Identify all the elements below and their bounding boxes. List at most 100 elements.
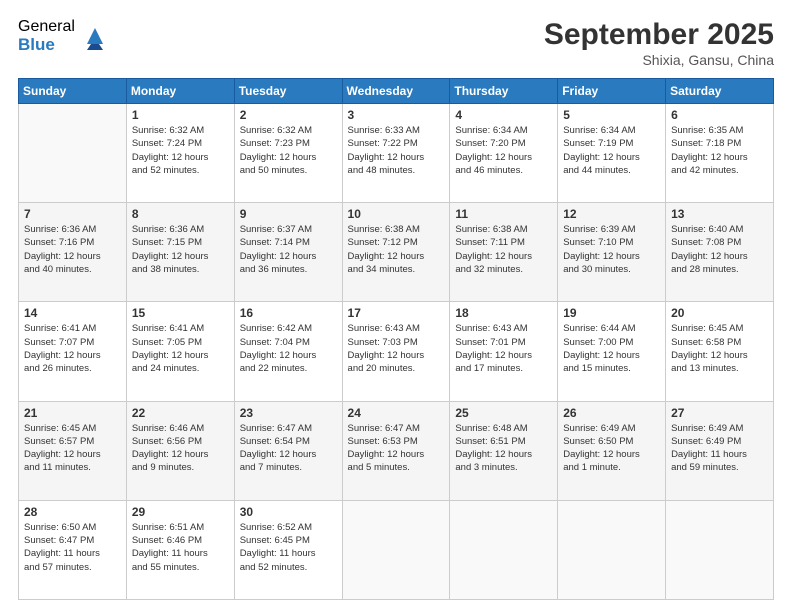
day-info: Sunrise: 6:33 AM Sunset: 7:22 PM Dayligh… [348, 124, 445, 177]
day-info: Sunrise: 6:45 AM Sunset: 6:57 PM Dayligh… [24, 422, 121, 475]
table-row: 30 Sunrise: 6:52 AM Sunset: 6:45 PM Dayli… [234, 500, 342, 599]
header-thursday: Thursday [450, 79, 558, 104]
day-number: 29 [132, 505, 229, 519]
calendar-body: 1 Sunrise: 6:32 AM Sunset: 7:24 PM Daylig… [19, 104, 774, 600]
day-info: Sunrise: 6:43 AM Sunset: 7:03 PM Dayligh… [348, 322, 445, 375]
day-info: Sunrise: 6:36 AM Sunset: 7:16 PM Dayligh… [24, 223, 121, 276]
day-number: 8 [132, 207, 229, 221]
day-number: 25 [455, 406, 552, 420]
table-row: 16Sunrise: 6:42 AM Sunset: 7:04 PM Dayli… [234, 302, 342, 401]
table-row: 12 Sunrise: 6:39 AM Sunset: 7:10 PM Dayli… [558, 203, 666, 302]
day-info: Sunrise: 6:38 AM Sunset: 7:11 PM Dayligh… [455, 223, 552, 276]
table-row: 21 Sunrise: 6:45 AM Sunset: 6:57 PM Dayli… [19, 401, 127, 500]
day-info: Sunrise: 6:39 AM Sunset: 7:10 PM Dayligh… [563, 223, 660, 276]
page: General Blue September 2025 Shixia, Gans… [0, 0, 792, 612]
table-row: 20 Sunrise: 6:45 AM Sunset: 6:58 PM Dayli… [666, 302, 774, 401]
calendar-table: Sunday Monday Tuesday Wednesday Thursday… [18, 78, 774, 600]
day-number: 10 [348, 207, 445, 221]
table-row: 19Sunrise: 6:44 AM Sunset: 7:00 PM Dayli… [558, 302, 666, 401]
day-info: Sunrise: 6:43 AM Sunset: 7:01 PM Dayligh… [455, 322, 552, 375]
day-number: 13 [671, 207, 768, 221]
day-info: Sunrise: 6:41 AM Sunset: 7:07 PM Dayligh… [24, 322, 121, 375]
day-number: 12 [563, 207, 660, 221]
day-info: Sunrise: 6:50 AM Sunset: 6:47 PM Dayligh… [24, 521, 121, 574]
header-tuesday: Tuesday [234, 79, 342, 104]
logo: General Blue [18, 18, 109, 54]
month-title: September 2025 [544, 18, 774, 52]
table-row: 7 Sunrise: 6:36 AM Sunset: 7:16 PM Daylig… [19, 203, 127, 302]
table-row: 26Sunrise: 6:49 AM Sunset: 6:50 PM Dayli… [558, 401, 666, 500]
table-row: 8 Sunrise: 6:36 AM Sunset: 7:15 PM Daylig… [126, 203, 234, 302]
table-row: 3 Sunrise: 6:33 AM Sunset: 7:22 PM Daylig… [342, 104, 450, 203]
header-wednesday: Wednesday [342, 79, 450, 104]
day-number: 5 [563, 108, 660, 122]
day-info: Sunrise: 6:45 AM Sunset: 6:58 PM Dayligh… [671, 322, 768, 375]
header-friday: Friday [558, 79, 666, 104]
table-row: 23 Sunrise: 6:47 AM Sunset: 6:54 PM Dayli… [234, 401, 342, 500]
day-number: 26 [563, 406, 660, 420]
day-number: 28 [24, 505, 121, 519]
day-number: 17 [348, 306, 445, 320]
day-number: 15 [132, 306, 229, 320]
day-info: Sunrise: 6:34 AM Sunset: 7:19 PM Dayligh… [563, 124, 660, 177]
table-row: 6Sunrise: 6:35 AM Sunset: 7:18 PM Daylig… [666, 104, 774, 203]
day-number: 1 [132, 108, 229, 122]
table-row: 18 Sunrise: 6:43 AM Sunset: 7:01 PM Dayli… [450, 302, 558, 401]
calendar-week-row: 14 Sunrise: 6:41 AM Sunset: 7:07 PM Dayli… [19, 302, 774, 401]
day-number: 18 [455, 306, 552, 320]
table-row: 2 Sunrise: 6:32 AM Sunset: 7:23 PM Daylig… [234, 104, 342, 203]
day-info: Sunrise: 6:37 AM Sunset: 7:14 PM Dayligh… [240, 223, 337, 276]
day-number: 2 [240, 108, 337, 122]
table-row: 10 Sunrise: 6:38 AM Sunset: 7:12 PM Dayli… [342, 203, 450, 302]
day-number: 22 [132, 406, 229, 420]
logo-icon [81, 22, 109, 50]
day-number: 11 [455, 207, 552, 221]
table-row: 24Sunrise: 6:47 AM Sunset: 6:53 PM Dayli… [342, 401, 450, 500]
day-info: Sunrise: 6:47 AM Sunset: 6:54 PM Dayligh… [240, 422, 337, 475]
day-number: 27 [671, 406, 768, 420]
day-info: Sunrise: 6:35 AM Sunset: 7:18 PM Dayligh… [671, 124, 768, 177]
table-row [450, 500, 558, 599]
logo-general: General [18, 18, 75, 36]
table-row [19, 104, 127, 203]
table-row: 13 Sunrise: 6:40 AM Sunset: 7:08 PM Dayli… [666, 203, 774, 302]
day-info: Sunrise: 6:52 AM Sunset: 6:45 PM Dayligh… [240, 521, 337, 574]
table-row [666, 500, 774, 599]
day-number: 4 [455, 108, 552, 122]
day-number: 30 [240, 505, 337, 519]
calendar-week-row: 21 Sunrise: 6:45 AM Sunset: 6:57 PM Dayli… [19, 401, 774, 500]
table-row: 25 Sunrise: 6:48 AM Sunset: 6:51 PM Dayli… [450, 401, 558, 500]
day-number: 3 [348, 108, 445, 122]
day-number: 23 [240, 406, 337, 420]
day-info: Sunrise: 6:48 AM Sunset: 6:51 PM Dayligh… [455, 422, 552, 475]
title-section: September 2025 Shixia, Gansu, China [544, 18, 774, 68]
table-row: 9Sunrise: 6:37 AM Sunset: 7:14 PM Daylig… [234, 203, 342, 302]
day-info: Sunrise: 6:51 AM Sunset: 6:46 PM Dayligh… [132, 521, 229, 574]
location: Shixia, Gansu, China [544, 52, 774, 68]
calendar-week-row: 28 Sunrise: 6:50 AM Sunset: 6:47 PM Dayli… [19, 500, 774, 599]
day-number: 21 [24, 406, 121, 420]
table-row: 17 Sunrise: 6:43 AM Sunset: 7:03 PM Dayli… [342, 302, 450, 401]
day-info: Sunrise: 6:32 AM Sunset: 7:23 PM Dayligh… [240, 124, 337, 177]
table-row: 14 Sunrise: 6:41 AM Sunset: 7:07 PM Dayli… [19, 302, 127, 401]
day-info: Sunrise: 6:32 AM Sunset: 7:24 PM Dayligh… [132, 124, 229, 177]
table-row: 5 Sunrise: 6:34 AM Sunset: 7:19 PM Daylig… [558, 104, 666, 203]
day-info: Sunrise: 6:41 AM Sunset: 7:05 PM Dayligh… [132, 322, 229, 375]
day-info: Sunrise: 6:40 AM Sunset: 7:08 PM Dayligh… [671, 223, 768, 276]
day-info: Sunrise: 6:49 AM Sunset: 6:49 PM Dayligh… [671, 422, 768, 475]
day-info: Sunrise: 6:44 AM Sunset: 7:00 PM Dayligh… [563, 322, 660, 375]
table-row: 15 Sunrise: 6:41 AM Sunset: 7:05 PM Dayli… [126, 302, 234, 401]
day-number: 7 [24, 207, 121, 221]
table-row: 4Sunrise: 6:34 AM Sunset: 7:20 PM Daylig… [450, 104, 558, 203]
table-row [558, 500, 666, 599]
day-number: 24 [348, 406, 445, 420]
day-number: 14 [24, 306, 121, 320]
day-number: 20 [671, 306, 768, 320]
table-row: 27 Sunrise: 6:49 AM Sunset: 6:49 PM Dayli… [666, 401, 774, 500]
table-row: 28 Sunrise: 6:50 AM Sunset: 6:47 PM Dayli… [19, 500, 127, 599]
calendar-week-row: 1 Sunrise: 6:32 AM Sunset: 7:24 PM Daylig… [19, 104, 774, 203]
table-row [342, 500, 450, 599]
day-info: Sunrise: 6:38 AM Sunset: 7:12 PM Dayligh… [348, 223, 445, 276]
header-sunday: Sunday [19, 79, 127, 104]
day-info: Sunrise: 6:36 AM Sunset: 7:15 PM Dayligh… [132, 223, 229, 276]
